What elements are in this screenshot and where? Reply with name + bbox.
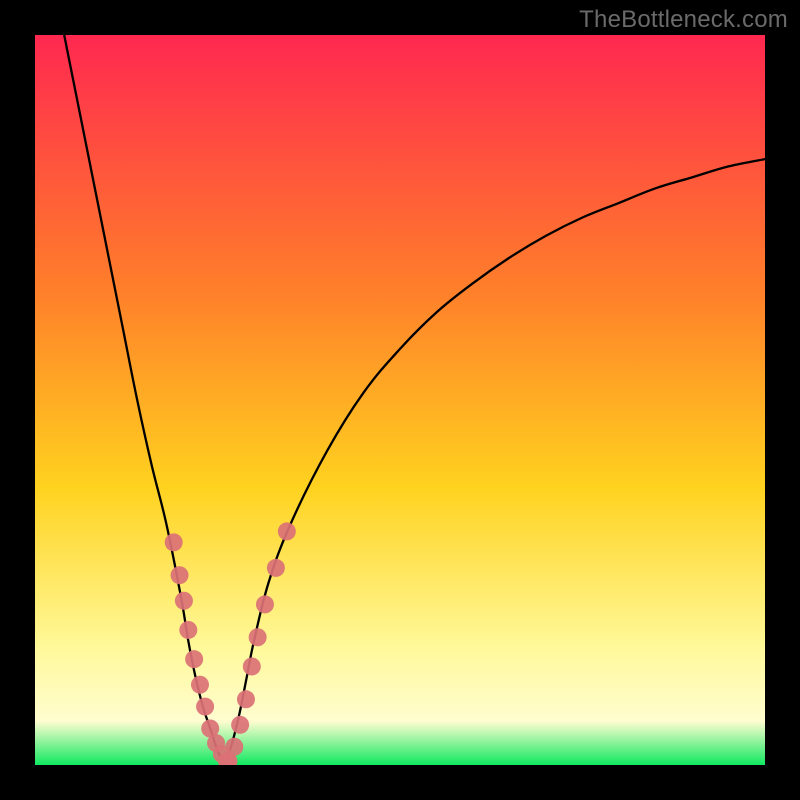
data-dot [179,621,197,639]
data-dot [278,522,296,540]
data-dot [267,559,285,577]
data-dot [256,595,274,613]
data-dot [243,657,261,675]
chart-svg [35,35,765,765]
data-dot [191,676,209,694]
data-dot [237,690,255,708]
data-dot [165,533,183,551]
data-dot [171,566,189,584]
chart-frame: TheBottleneck.com [0,0,800,800]
watermark-text: TheBottleneck.com [579,6,788,34]
data-dot [231,716,249,734]
data-dot [175,592,193,610]
plot-area [35,35,765,765]
data-dot [185,650,203,668]
gradient-bg [35,35,765,765]
data-dot [196,698,214,716]
data-dot [249,628,267,646]
data-dot [225,738,243,756]
